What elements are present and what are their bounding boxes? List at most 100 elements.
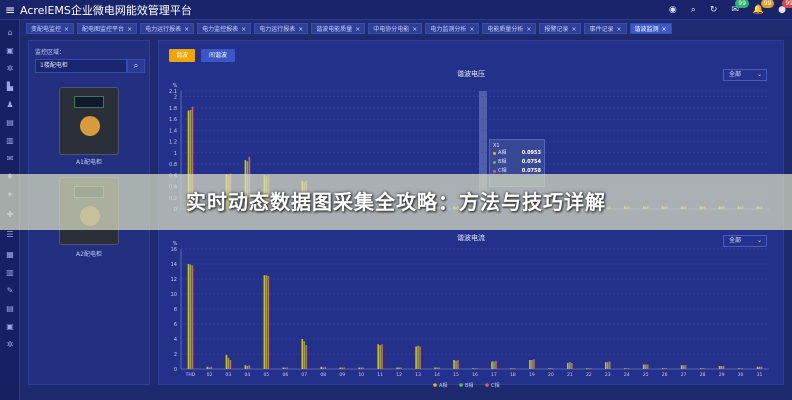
grid-icon[interactable]: ▦ <box>5 250 15 260</box>
mail-icon[interactable]: ✉ <box>5 154 15 164</box>
close-icon[interactable]: × <box>469 26 474 33</box>
list-icon[interactable]: ☰ <box>5 230 15 240</box>
tooltip-value: 0.0754 <box>521 159 541 165</box>
y-tick-label: 2.1 <box>169 89 177 95</box>
tab-label: 电能质量分析 <box>487 25 524 33</box>
close-icon[interactable]: × <box>526 26 531 33</box>
bell-icon[interactable]: 🔔 99 <box>753 0 775 17</box>
chart-icon[interactable]: ▤ <box>5 118 15 128</box>
refresh-icon[interactable]: ↻ <box>710 3 718 17</box>
bar-A相 <box>434 367 436 369</box>
tab-8[interactable]: 电能质量分析 × <box>482 22 537 34</box>
tab-label: 配电图监控平台 <box>82 25 125 33</box>
tab-11[interactable]: 谐波监测 × <box>629 22 672 34</box>
area-input[interactable]: 1楼配电柜 <box>35 59 127 73</box>
bar-C相 <box>324 366 327 369</box>
bar-A相 <box>586 368 588 369</box>
file-icon[interactable]: ▣ <box>5 322 15 332</box>
message-icon[interactable]: ✉ 99 <box>731 0 749 17</box>
tab-4[interactable]: 电力运行报表 × <box>254 22 309 34</box>
bar-C相 <box>400 367 402 369</box>
x-tick-label: 08 <box>320 372 326 378</box>
home-icon[interactable]: ⌂ <box>5 28 15 38</box>
tab-7[interactable]: 电力监测分析 × <box>425 22 480 34</box>
bar-chart-icon[interactable]: ▥ <box>5 136 15 146</box>
x-tick-label: THD <box>185 372 196 378</box>
gear-icon[interactable]: ✲ <box>5 340 15 350</box>
tooltip-row: A相 0.0953 <box>493 149 541 158</box>
x-tick-label: 07 <box>301 372 307 378</box>
x-tick-label: 10 <box>358 372 364 378</box>
close-icon[interactable]: × <box>241 26 246 33</box>
tab-9[interactable]: 报警记录 × <box>539 22 582 34</box>
bar-B相 <box>474 368 476 369</box>
user-icon[interactable]: ● 99 <box>778 0 792 17</box>
bar-B相 <box>644 364 647 369</box>
x-tick-label: 21 <box>567 372 573 378</box>
tooltip-label: B相 <box>498 159 507 165</box>
close-icon[interactable]: × <box>184 26 189 33</box>
tab-label: 中电协分电能 <box>373 25 410 33</box>
bar-C相 <box>419 346 421 369</box>
x-tick-label: 09 <box>339 372 345 378</box>
y-tick-label: 4 <box>174 337 177 343</box>
bar-C相 <box>248 365 251 369</box>
bar-A相 <box>491 361 493 369</box>
x-tick-label: 19 <box>529 372 535 378</box>
harmonic-button[interactable]: 谐波 <box>169 49 195 62</box>
building-icon[interactable]: ▙ <box>5 82 15 92</box>
device-image-1[interactable] <box>59 87 119 155</box>
close-icon[interactable]: × <box>662 26 667 33</box>
bar-A相 <box>529 360 531 369</box>
bar-C相 <box>495 360 497 369</box>
tab-1[interactable]: 配电图监控平台 × <box>77 22 138 34</box>
monitor-icon[interactable]: ▣ <box>5 46 15 56</box>
user-icon[interactable]: ♟ <box>5 100 15 110</box>
tab-3[interactable]: 电力监控报表 × <box>197 22 252 34</box>
edit-icon[interactable]: ✎ <box>5 286 15 296</box>
bar-A相 <box>453 360 455 369</box>
close-icon[interactable]: × <box>355 26 360 33</box>
close-icon[interactable]: × <box>571 26 576 33</box>
bar-A相 <box>263 275 266 369</box>
close-icon[interactable]: × <box>127 26 132 33</box>
y-tick-label: 1 <box>174 151 177 157</box>
bar-B相 <box>189 264 192 369</box>
search-icon[interactable]: ⌕ <box>691 3 696 17</box>
interharmonic-button[interactable]: 间谐波 <box>201 49 235 62</box>
close-icon[interactable]: × <box>616 26 621 33</box>
bar-C相 <box>438 367 440 369</box>
tab-10[interactable]: 事件记录 × <box>584 22 627 34</box>
menu-icon[interactable]: ≡ <box>0 3 20 17</box>
y-tick-label: 1.4 <box>169 128 177 134</box>
close-icon[interactable]: × <box>298 26 303 33</box>
bar-A相 <box>282 367 285 369</box>
x-tick-label: 04 <box>245 372 251 378</box>
bar-B相 <box>208 367 211 369</box>
tab-2[interactable]: 电力运行报表 × <box>140 22 195 34</box>
bar-A相 <box>358 367 360 369</box>
tab-5[interactable]: 谐波电能质量 × <box>311 22 366 34</box>
bar-C相 <box>381 344 383 369</box>
bar-B相 <box>550 368 552 369</box>
close-icon[interactable]: × <box>412 26 417 33</box>
close-icon[interactable]: × <box>64 26 69 33</box>
tab-6[interactable]: 中电协分电能 × <box>368 22 423 34</box>
x-tick-label: 24 <box>624 372 630 378</box>
monitor-icon[interactable]: ◉ <box>669 3 677 17</box>
bar-C相 <box>741 368 744 369</box>
app-title: AcrelEMS企业微电网能效管理平台 <box>20 3 192 17</box>
x-tick-label: 31 <box>757 372 763 378</box>
doc-icon[interactable]: ▤ <box>5 304 15 314</box>
bar-B相 <box>360 367 362 369</box>
legend-marker <box>485 383 489 387</box>
top-icons: ◉ ⌕ ↻ ✉ 99 🔔 99 ● 99 <box>669 0 792 17</box>
stats-icon[interactable]: ▥ <box>5 268 15 278</box>
bar-C相 <box>627 368 630 369</box>
bar-A相 <box>510 368 512 369</box>
search-icon[interactable]: ⌕ <box>127 59 145 73</box>
tab-label: 电力监控报表 <box>202 25 239 33</box>
settings-icon[interactable]: ✲ <box>5 64 15 74</box>
x-tick-label: 18 <box>510 372 516 378</box>
tab-0[interactable]: 变配电监控 × <box>26 22 75 34</box>
